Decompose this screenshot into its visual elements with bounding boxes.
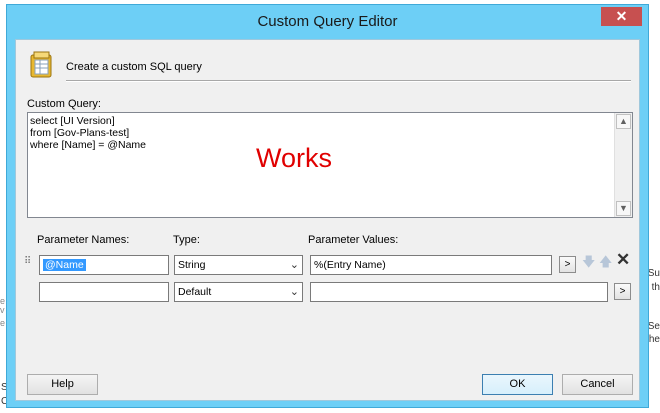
browse-value-button[interactable]: > (614, 283, 631, 300)
parameter-name-input[interactable] (39, 282, 169, 302)
parameter-value-text: %(Entry Name) (314, 259, 386, 271)
delete-icon[interactable]: ✕ (616, 250, 630, 270)
parameter-type-value: Default (178, 286, 212, 298)
parameter-type-select[interactable]: String ⌄ (174, 255, 303, 275)
parameter-type-value: String (178, 259, 206, 271)
close-icon: ✕ (615, 8, 628, 24)
query-text: select [UI Version] from [Gov-Plans-test… (30, 115, 146, 151)
bg-fragment: Se (647, 321, 660, 332)
scroll-down-icon[interactable]: ▼ (616, 201, 631, 216)
parameter-values-header: Parameter Values: (308, 234, 399, 246)
bg-fragment: Su (647, 268, 660, 279)
parameter-value-input[interactable] (310, 282, 608, 302)
close-button[interactable]: ✕ (601, 7, 642, 26)
arrow-up-icon[interactable]: 🡅 (599, 253, 612, 275)
query-scrollbar[interactable]: ▲ ▼ (614, 113, 632, 217)
dialog-body: Create a custom SQL query Custom Query: … (15, 39, 640, 401)
parameter-name-input[interactable]: @Name (39, 255, 169, 275)
dialog-title: Custom Query Editor (257, 13, 398, 30)
help-button[interactable]: Help (27, 374, 98, 395)
title-bar[interactable]: Custom Query Editor ✕ (7, 5, 648, 39)
type-header: Type: (173, 234, 200, 246)
parameter-type-select[interactable]: Default ⌄ (174, 282, 303, 302)
custom-query-textarea[interactable]: select [UI Version] from [Gov-Plans-test… (27, 112, 633, 218)
parameter-value-input[interactable]: %(Entry Name) (310, 255, 552, 275)
database-icon (30, 51, 52, 78)
cancel-button[interactable]: Cancel (562, 374, 633, 395)
bg-fragment: v (0, 305, 5, 315)
drag-grip-icon[interactable]: ⠿ (24, 256, 31, 267)
chevron-down-icon: ⌄ (289, 286, 299, 298)
custom-query-editor-dialog: Custom Query Editor ✕ Create a custom SQ… (6, 4, 649, 408)
arrow-down-icon[interactable]: 🡇 (582, 253, 595, 275)
parameter-names-header: Parameter Names: (37, 234, 130, 246)
ok-button[interactable]: OK (482, 374, 553, 395)
header-description: Create a custom SQL query (66, 61, 202, 73)
bg-fragment: e (0, 318, 6, 328)
parameter-name-value: @Name (43, 259, 86, 271)
works-annotation: Works (256, 143, 333, 173)
bg-fragment: th (651, 282, 660, 293)
chevron-down-icon: ⌄ (289, 259, 299, 271)
custom-query-label: Custom Query: (27, 98, 101, 110)
browse-value-button[interactable]: > (559, 256, 576, 273)
scroll-up-icon[interactable]: ▲ (616, 114, 631, 129)
header-divider (66, 80, 631, 82)
